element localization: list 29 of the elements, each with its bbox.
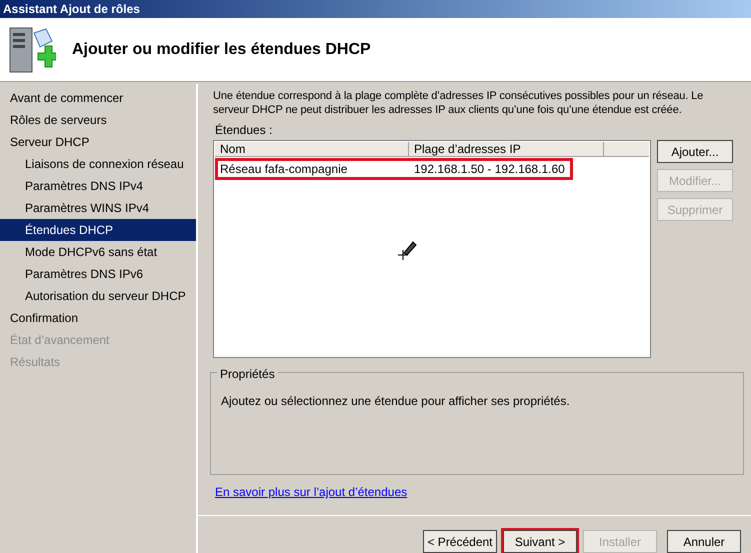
button[interactable]: Annuler <box>667 530 741 553</box>
sidebar-item[interactable]: Avant de commencer <box>0 87 196 109</box>
button[interactable]: Ajouter... <box>657 140 733 163</box>
table-cell-text: 192.168.1.50 - 192.168.1.60 <box>413 161 565 178</box>
scopes-list[interactable]: Nom Plage d’adresses IP Réseau fafa-compagnie 192.168.1.50 - 192.168.1.60 <box>213 140 651 358</box>
sidebar-item[interactable]: Serveur DHCP <box>0 131 196 153</box>
column-header[interactable]: Nom <box>215 142 409 157</box>
button[interactable]: < Précédent <box>423 530 497 553</box>
server-add-icon <box>8 24 56 74</box>
sidebar-item[interactable]: Mode DHCPv6 sans état <box>0 241 196 263</box>
window-title: Assistant Ajout de rôles <box>3 1 140 18</box>
page-title: Ajouter ou modifier les étendues DHCP <box>72 40 371 60</box>
button[interactable]: Suivant > <box>503 530 577 553</box>
sidebar-item[interactable]: Autorisation du serveur DHCP <box>0 285 196 307</box>
table-cell-text: Réseau fafa-compagnie <box>219 161 348 178</box>
sidebar-item[interactable]: Paramètres DNS IPv4 <box>0 175 196 197</box>
sidebar-item[interactable]: Paramètres WINS IPv4 <box>0 197 196 219</box>
sidebar-item[interactable]: Étendues DHCP <box>0 219 196 241</box>
column-header[interactable]: Plage d’adresses IP <box>409 142 604 157</box>
sidebar-item[interactable]: Paramètres DNS IPv6 <box>0 263 196 285</box>
sidebar-item[interactable]: Liaisons de connexion réseau <box>0 153 196 175</box>
table-row[interactable]: Réseau fafa-compagnie 192.168.1.50 - 192.168.1.60 <box>215 158 573 180</box>
properties-text: Ajoutez ou sélectionnez une étendue pour afficher ses propriétés. <box>221 393 571 410</box>
description-text: Une étendue correspond à la plage complète d’adresses IP consécutives possibles pour un réseau. Le serveur DHCP ne peut distribuer les adresses IP aux clients qu’une fois qu’une étendue est créée. <box>213 89 704 117</box>
column-header <box>604 142 649 157</box>
sidebar-item[interactable]: Rôles de serveurs <box>0 109 196 131</box>
help-link[interactable]: En savoir plus sur l’ajout d’étendues <box>215 483 408 501</box>
list-label: Étendues : <box>215 122 274 139</box>
sidebar-item[interactable]: Confirmation <box>0 307 196 329</box>
